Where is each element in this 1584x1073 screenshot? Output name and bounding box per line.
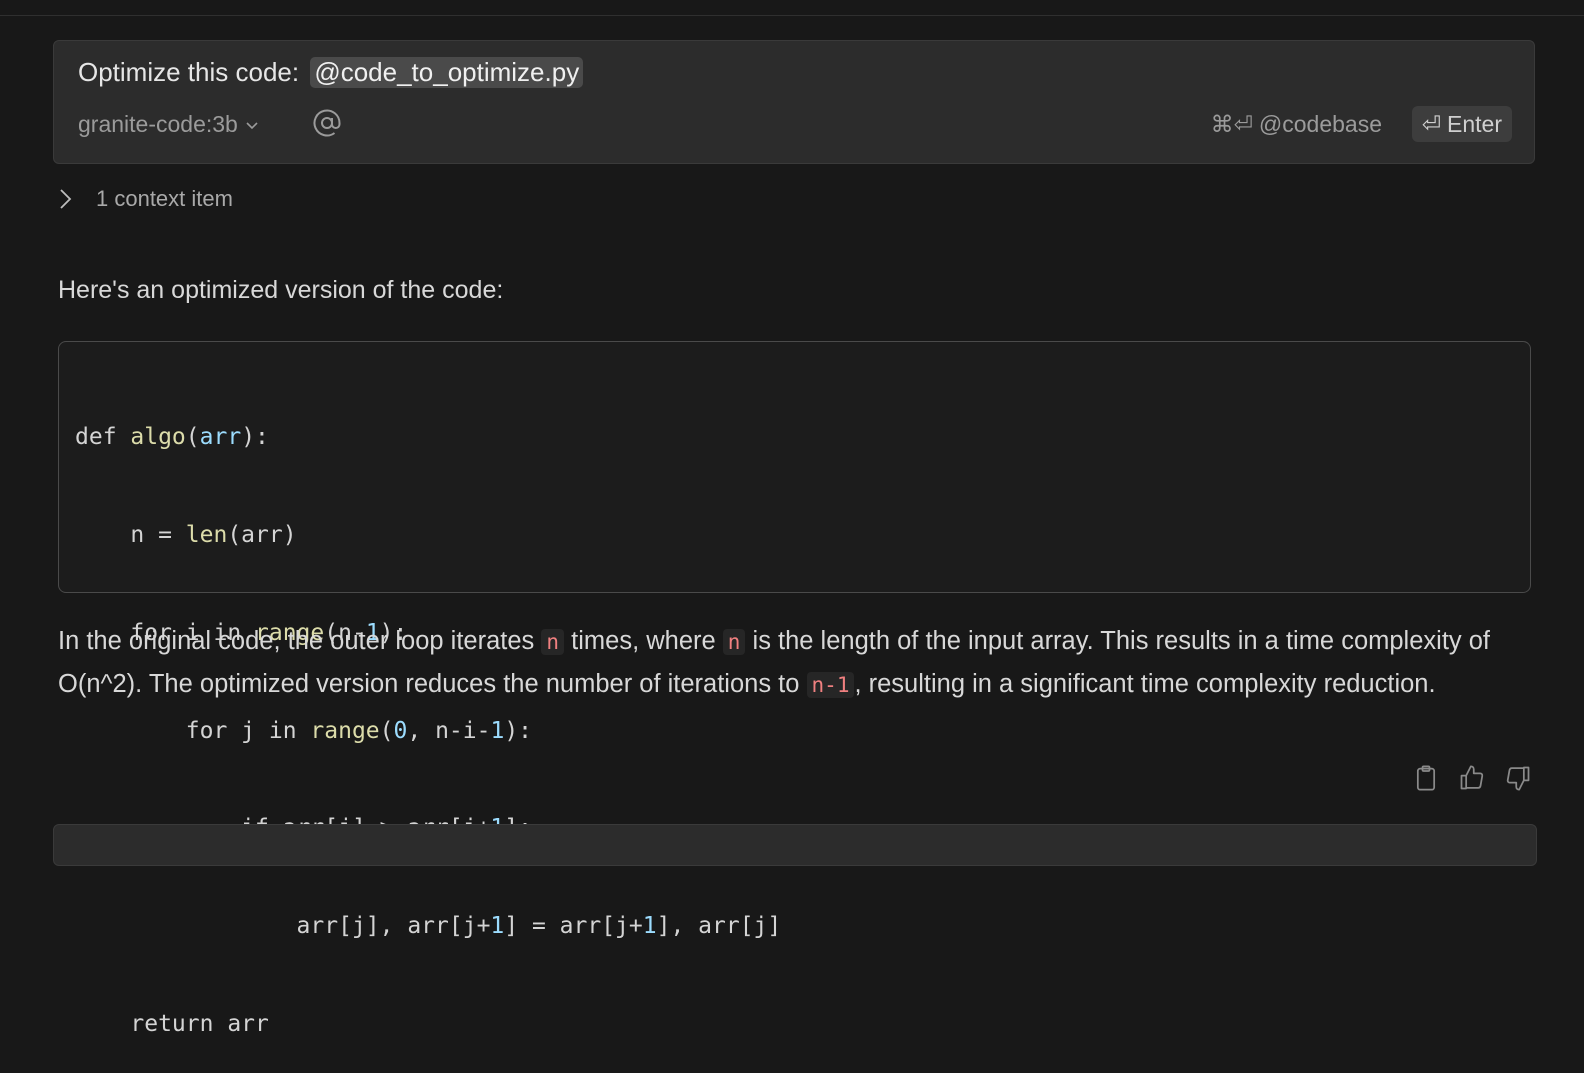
- enter-icon: ⏎: [1421, 110, 1442, 137]
- enter-button[interactable]: ⏎ Enter: [1411, 106, 1512, 142]
- next-input-box[interactable]: [53, 824, 1537, 866]
- code-line: n = len(arr): [75, 521, 297, 548]
- top-bar: [0, 0, 1584, 16]
- code-line: arr[j], arr[j+1] = arr[j+1], arr[j]: [75, 913, 782, 940]
- response-intro: Here's an optimized version of the code:: [58, 276, 504, 304]
- cmd-enter-shortcut: ⌘⏎: [1210, 111, 1253, 137]
- context-items-toggle[interactable]: 1 context item: [56, 186, 233, 212]
- chat-input-box[interactable]: Optimize this code: @code_to_optimize.py…: [53, 40, 1535, 164]
- file-mention-chip[interactable]: @code_to_optimize.py: [310, 57, 584, 88]
- inline-code: n: [541, 629, 565, 655]
- chevron-down-icon: [246, 121, 258, 129]
- code-line: return arr: [75, 1010, 269, 1037]
- inline-code: n: [722, 629, 746, 655]
- response-explanation: In the original code, the outer loop ite…: [58, 620, 1538, 706]
- text-segment: times, where: [564, 627, 723, 655]
- response-actions: [1412, 764, 1532, 792]
- text-segment: , resulting in a significant time comple…: [854, 670, 1436, 698]
- codebase-label: @codebase: [1258, 111, 1382, 137]
- chevron-right-icon: [60, 189, 72, 209]
- clipboard-icon[interactable]: [1412, 764, 1440, 792]
- code-line: for j in range(0, n-i-1):: [75, 717, 533, 744]
- inline-code: n-1: [806, 672, 855, 698]
- enter-label: Enter: [1447, 110, 1502, 137]
- codebase-shortcut-hint[interactable]: ⌘⏎ @codebase: [1211, 111, 1382, 138]
- prompt-prefix: Optimize this code:: [78, 57, 300, 87]
- code-block[interactable]: def algo(arr): n = len(arr) for i in ran…: [58, 341, 1531, 1037]
- at-sign-icon[interactable]: [312, 108, 342, 138]
- code-line: def algo(arr):: [75, 424, 269, 451]
- model-selector[interactable]: granite-code:3b: [78, 111, 260, 138]
- model-name: granite-code:3b: [78, 111, 238, 137]
- context-items-label: 1 context item: [96, 186, 233, 211]
- thumbs-down-icon[interactable]: [1504, 764, 1532, 792]
- text-segment: In the original code, the outer loop ite…: [58, 627, 542, 655]
- thumbs-up-icon[interactable]: [1458, 764, 1486, 792]
- prompt-text[interactable]: Optimize this code: @code_to_optimize.py: [78, 57, 584, 88]
